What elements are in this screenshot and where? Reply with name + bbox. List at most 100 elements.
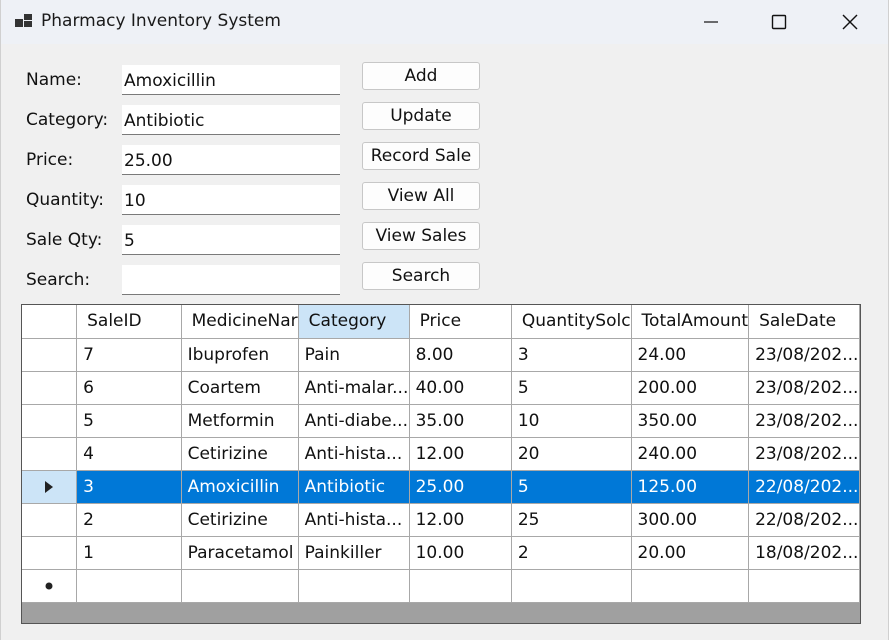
column-header[interactable]: MedicineNar [181, 305, 299, 339]
table-cell[interactable]: 24.00 [631, 338, 750, 372]
table-row[interactable]: 5 Metformin Anti-diabe... 35.00 10 350.0… [22, 404, 860, 438]
column-header[interactable]: Category [298, 305, 410, 339]
table-cell[interactable]: 3 [76, 470, 182, 504]
table-cell[interactable]: Anti-diabe... [298, 404, 410, 438]
table-cell[interactable]: 12.00 [409, 503, 512, 537]
sale-qty-input[interactable] [122, 225, 340, 255]
table-cell[interactable]: Antibiotic [298, 470, 410, 504]
table-row[interactable]: 1 Paracetamol Painkiller 10.00 2 20.00 1… [22, 536, 860, 570]
view-all-button[interactable]: View All [362, 182, 480, 210]
selected-table-row[interactable]: 3 Amoxicillin Antibiotic 25.00 5 125.00 … [22, 470, 860, 504]
table-cell[interactable]: Anti-hista... [298, 437, 410, 471]
table-cell[interactable]: 10.00 [409, 536, 512, 570]
column-header[interactable]: QuantitySolc [511, 305, 632, 339]
table-cell[interactable] [298, 569, 410, 603]
name-input[interactable] [122, 65, 340, 95]
table-row[interactable]: 7 Ibuprofen Pain 8.00 3 24.00 23/08/202.… [22, 338, 860, 372]
table-cell[interactable]: 18/08/202... [748, 536, 860, 570]
table-cell[interactable]: 200.00 [631, 371, 750, 405]
table-cell[interactable]: 40.00 [409, 371, 512, 405]
row-header-corner[interactable] [22, 305, 78, 339]
table-cell[interactable]: Amoxicillin [181, 470, 299, 504]
table-cell[interactable]: 20 [511, 437, 632, 471]
quantity-input[interactable] [122, 185, 340, 215]
table-cell[interactable]: Anti-hista... [298, 503, 410, 537]
row-header[interactable] [22, 569, 78, 603]
table-cell[interactable] [409, 569, 512, 603]
app-icon [15, 12, 33, 30]
table-cell[interactable]: Ibuprofen [181, 338, 299, 372]
table-cell[interactable]: 350.00 [631, 404, 750, 438]
table-cell[interactable]: 3 [511, 338, 632, 372]
row-header[interactable] [22, 503, 78, 537]
table-row[interactable]: 2 Cetirizine Anti-hista... 12.00 25 300.… [22, 503, 860, 537]
record-sale-button[interactable]: Record Sale [362, 142, 480, 170]
table-cell[interactable]: Anti-malar... [298, 371, 410, 405]
row-header[interactable] [22, 338, 78, 372]
table-cell[interactable] [181, 569, 299, 603]
table-cell[interactable]: 23/08/202... [748, 371, 860, 405]
table-cell[interactable]: 20.00 [631, 536, 750, 570]
table-cell[interactable] [748, 569, 860, 603]
search-input[interactable] [122, 265, 340, 295]
row-header[interactable] [22, 371, 78, 405]
category-input[interactable] [122, 105, 340, 135]
table-cell[interactable]: Metformin [181, 404, 299, 438]
row-header[interactable] [22, 437, 78, 471]
table-cell[interactable]: 6 [76, 371, 182, 405]
table-cell[interactable]: Pain [298, 338, 410, 372]
table-cell[interactable]: 10 [511, 404, 632, 438]
new-row[interactable] [22, 569, 860, 603]
search-button[interactable]: Search [362, 262, 480, 290]
table-cell[interactable]: 25.00 [409, 470, 512, 504]
row-header[interactable] [22, 536, 78, 570]
table-cell[interactable]: 22/08/202... [748, 503, 860, 537]
table-cell[interactable]: 240.00 [631, 437, 750, 471]
table-cell[interactable]: 35.00 [409, 404, 512, 438]
sales-table: SaleID MedicineNar Category Price Quanti… [22, 305, 860, 603]
minimize-button[interactable] [676, 0, 746, 44]
sales-grid[interactable]: SaleID MedicineNar Category Price Quanti… [21, 304, 861, 624]
table-cell[interactable] [631, 569, 750, 603]
table-cell[interactable] [76, 569, 182, 603]
table-cell[interactable]: 12.00 [409, 437, 512, 471]
view-sales-button[interactable]: View Sales [362, 222, 480, 250]
table-cell[interactable]: 1 [76, 536, 182, 570]
category-label: Category: [26, 110, 109, 130]
table-row[interactable]: 4 Cetirizine Anti-hista... 12.00 20 240.… [22, 437, 860, 471]
table-cell[interactable]: 300.00 [631, 503, 750, 537]
close-icon [842, 14, 858, 30]
table-cell[interactable] [511, 569, 632, 603]
update-button[interactable]: Update [362, 102, 480, 130]
table-cell[interactable]: 23/08/202... [748, 437, 860, 471]
maximize-button[interactable] [744, 0, 814, 44]
table-cell[interactable]: 25 [511, 503, 632, 537]
table-cell[interactable]: Cetirizine [181, 437, 299, 471]
table-cell[interactable]: 4 [76, 437, 182, 471]
table-cell[interactable]: 23/08/202... [748, 404, 860, 438]
table-cell[interactable]: 2 [76, 503, 182, 537]
table-cell[interactable]: Cetirizine [181, 503, 299, 537]
table-row[interactable]: 6 Coartem Anti-malar... 40.00 5 200.00 2… [22, 371, 860, 405]
table-cell[interactable]: 5 [511, 371, 632, 405]
table-cell[interactable]: Coartem [181, 371, 299, 405]
close-button[interactable] [815, 0, 885, 44]
table-cell[interactable]: 5 [511, 470, 632, 504]
table-cell[interactable]: 22/08/202... [748, 470, 860, 504]
column-header[interactable]: Price [409, 305, 512, 339]
table-cell[interactable]: Painkiller [298, 536, 410, 570]
table-cell[interactable]: 125.00 [631, 470, 750, 504]
table-cell[interactable]: 2 [511, 536, 632, 570]
table-cell[interactable]: 23/08/202... [748, 338, 860, 372]
column-header[interactable]: TotalAmount [631, 305, 750, 339]
table-cell[interactable]: 8.00 [409, 338, 512, 372]
table-cell[interactable]: 7 [76, 338, 182, 372]
table-cell[interactable]: Paracetamol [181, 536, 299, 570]
price-input[interactable] [122, 145, 340, 175]
column-header[interactable]: SaleID [76, 305, 182, 339]
column-header[interactable]: SaleDate [748, 305, 860, 339]
row-header[interactable] [22, 470, 78, 504]
table-cell[interactable]: 5 [76, 404, 182, 438]
row-header[interactable] [22, 404, 78, 438]
add-button[interactable]: Add [362, 62, 480, 90]
